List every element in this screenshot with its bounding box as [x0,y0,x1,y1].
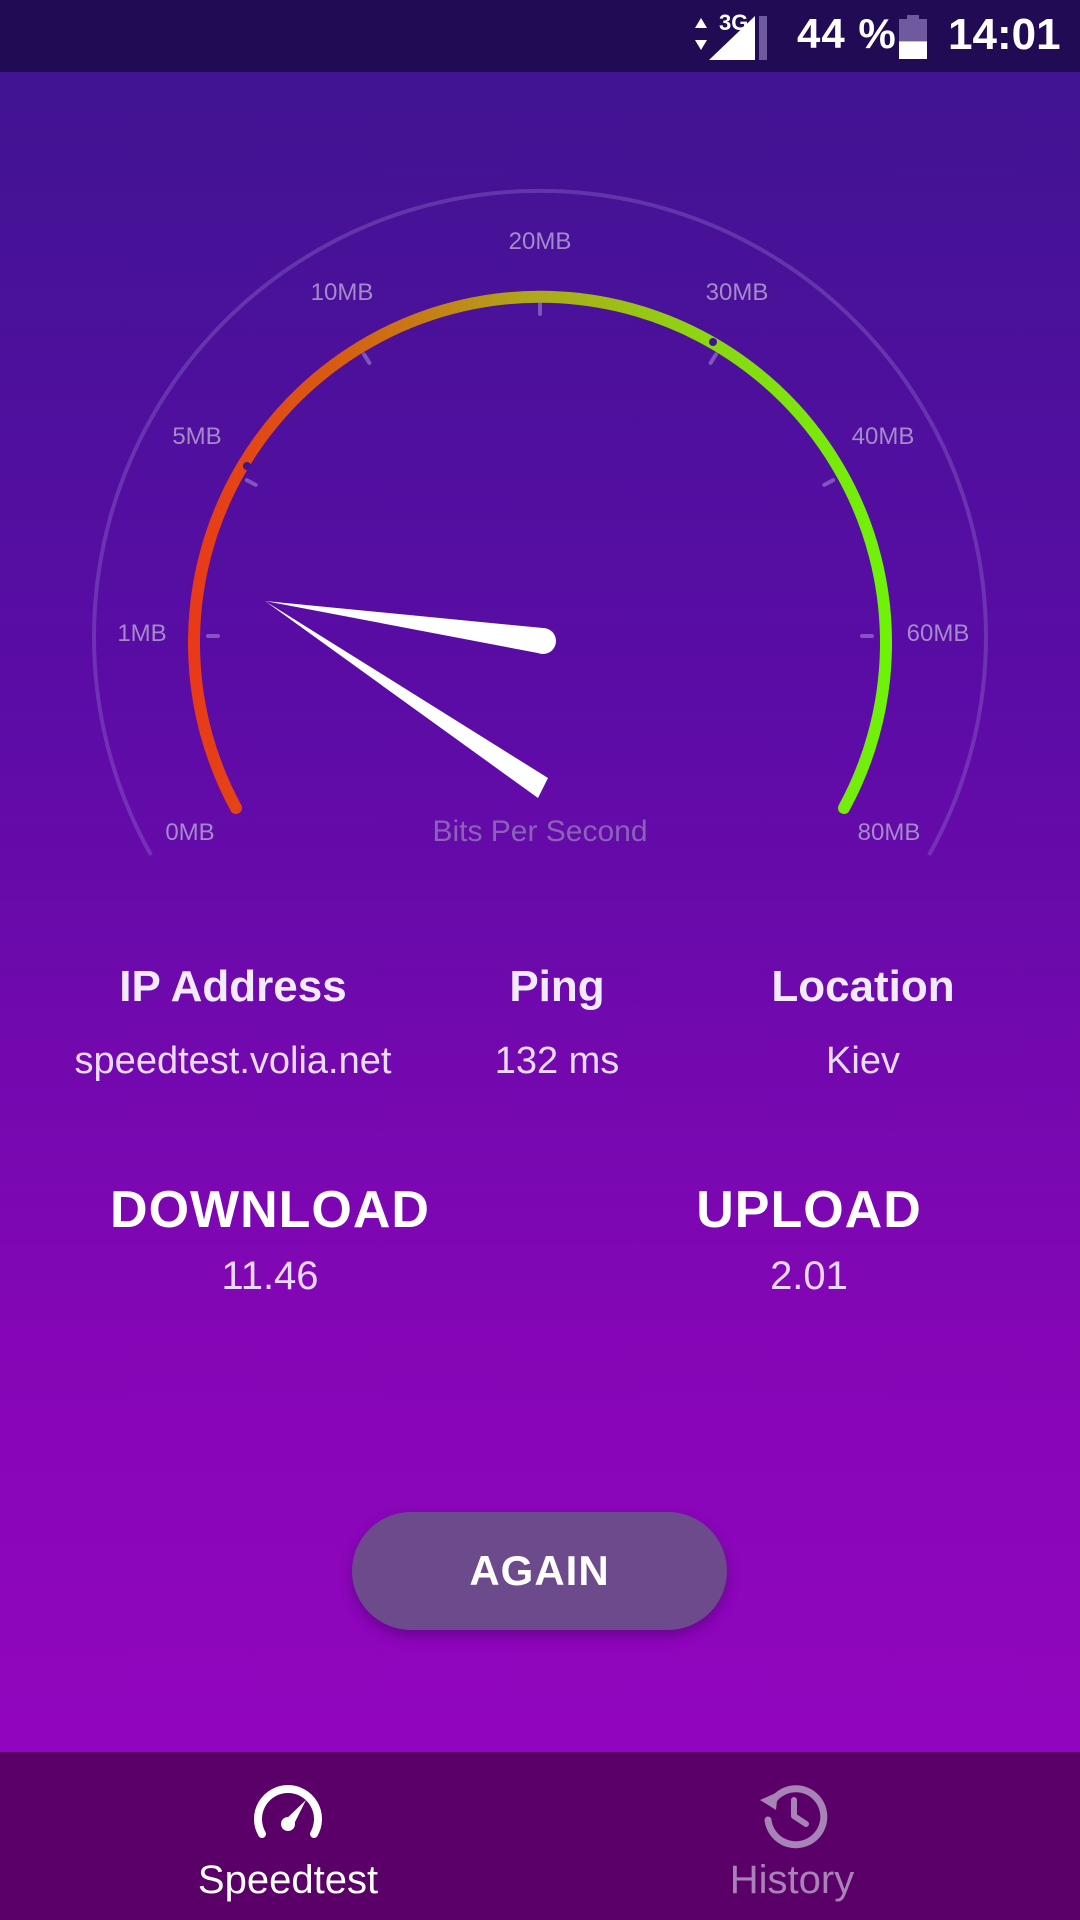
tick-mark [362,352,372,365]
upload-title: UPLOAD [696,1181,922,1239]
tick-label-10mb: 10MB [311,279,374,306]
tick-label-0mb: 0MB [165,819,214,846]
speedometer-icon [254,1785,322,1838]
gauge-unit-label: Bits Per Second [432,815,647,848]
tick-labels: 0MB 1MB 5MB 10MB 20MB 30MB 40MB 60MB 80M… [117,228,969,846]
network-type: 3G [719,10,749,35]
location-block: Location Kiev [683,962,1043,1083]
location-title: Location [771,962,955,1011]
arc-gap [709,338,717,346]
ip-address-value: speedtest.volia.net [74,1040,392,1082]
battery-percent: 44 % [797,10,897,57]
download-title: DOWNLOAD [110,1181,430,1239]
tick-mark [708,352,718,365]
tick-mark [822,478,836,487]
tick-label-5mb: 5MB [172,423,221,450]
nav-label-speedtest: Speedtest [197,1858,379,1902]
clock: 14:01 [948,10,1061,59]
upload-value: 2.01 [770,1254,848,1298]
history-icon [760,1785,828,1849]
nav-tab-speedtest[interactable]: Speedtest [18,1752,558,1920]
ip-address-title: IP Address [119,962,347,1011]
speed-gauge: 0MB 1MB 5MB 10MB 20MB 30MB 40MB 60MB 80M… [92,188,988,856]
location-value: Kiev [826,1040,900,1082]
ip-address-block: IP Address speedtest.volia.net [53,962,413,1083]
download-value: 11.46 [221,1254,319,1298]
tick-mark [244,478,258,487]
tick-label-80mb: 80MB [858,819,921,846]
nav-label-history: History [729,1858,855,1902]
status-bar: 3G 44 % 14:01 [0,0,1080,72]
nav-tab-history[interactable]: History [522,1752,1062,1920]
again-button[interactable]: AGAIN [352,1512,727,1630]
tick-label-30mb: 30MB [706,279,769,306]
gauge-color-arc [188,290,892,814]
gauge-outer-track [92,188,988,856]
bottom-nav: Speedtest History [0,1752,1080,1920]
tick-label-1mb: 1MB [117,620,166,647]
arc-gap [243,462,251,470]
upload-block: UPLOAD 2.01 [599,1180,1019,1299]
gauge-needle [265,601,556,798]
download-block: DOWNLOAD 11.46 [60,1180,480,1299]
tick-label-60mb: 60MB [907,620,970,647]
tick-label-20mb: 20MB [509,228,572,255]
tick-label-40mb: 40MB [852,423,915,450]
battery-icon [899,15,927,59]
